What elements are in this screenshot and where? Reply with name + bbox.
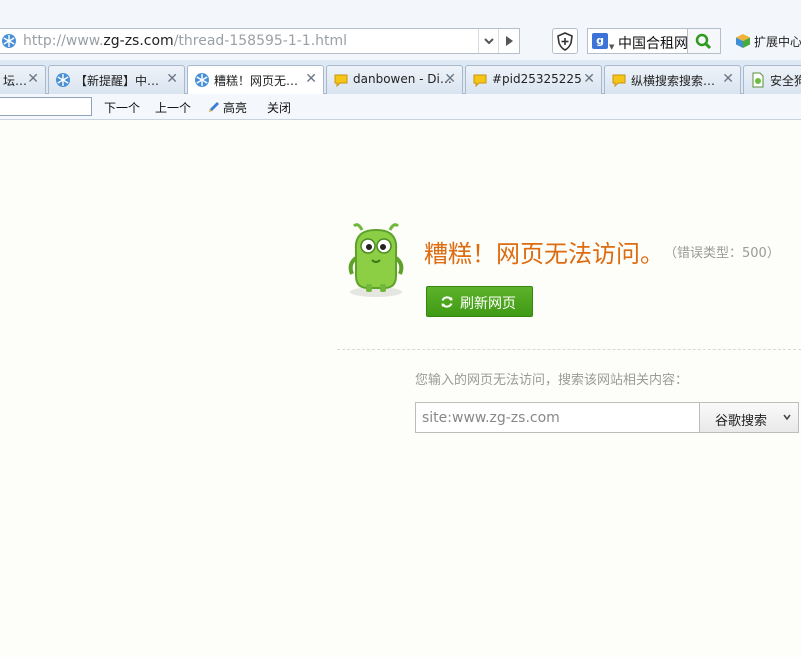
error-code: （错误类型：500） — [664, 246, 780, 261]
security-shield-button[interactable] — [552, 28, 578, 54]
google-search-button[interactable]: 谷歌搜索 — [699, 402, 799, 433]
extension-center-button[interactable]: 扩展中心 — [735, 33, 801, 50]
tab-2-active[interactable]: 糟糕！网页无… ✕ — [187, 65, 324, 95]
close-icon[interactable]: ✕ — [444, 71, 456, 87]
snowflake-icon — [195, 73, 209, 87]
tab-5[interactable]: 纵横搜索搜索… ✕ — [604, 65, 741, 94]
search-hint-text: 您输入的网页无法访问，搜索该网站相关内容： — [415, 373, 689, 388]
refresh-icon — [441, 296, 453, 308]
close-icon[interactable]: ✕ — [583, 71, 595, 87]
cube-icon — [736, 34, 750, 48]
play-arrow-icon — [506, 36, 513, 46]
tab-label: #pid25325225 — [492, 72, 582, 86]
google-search-label: 谷歌搜索 — [715, 414, 768, 429]
snowflake-icon — [56, 73, 70, 87]
refresh-page-button[interactable]: 刷新网页 — [426, 286, 533, 317]
navigation-toolbar: http://www.zg-zs.com/thread-158595-1-1.h… — [0, 0, 801, 60]
tab-3[interactable]: danbowen - Di… ✕ — [326, 65, 463, 94]
address-history-dropdown[interactable] — [478, 29, 499, 53]
close-find-bar-button[interactable]: 关闭 — [267, 99, 291, 116]
highlighter-pen-icon — [209, 102, 219, 112]
engine-dropdown-caret-icon[interactable]: ▼ — [609, 43, 614, 51]
speech-bubble-icon — [612, 74, 626, 88]
magnifier-icon — [695, 33, 712, 50]
section-divider — [337, 349, 801, 350]
highlight-label: 高亮 — [223, 101, 248, 115]
tab-label: 安全狗 — [770, 74, 801, 88]
speech-bubble-icon — [334, 74, 348, 88]
go-button[interactable] — [498, 29, 519, 53]
search-input[interactable]: 中国合租网 — [618, 33, 688, 53]
tab-label: 糟糕！网页无… — [214, 74, 299, 88]
chevron-down-icon — [484, 38, 494, 45]
tab-4[interactable]: #pid25325225 ✕ — [465, 65, 602, 94]
find-bar: 下一个 上一个 高亮 关闭 — [0, 94, 801, 120]
shield-plus-icon — [557, 32, 573, 51]
tab-strip: 坛… ✕ 【新提醒】中… ✕ 糟糕！网页无… ✕ danbowen - Di… … — [0, 60, 801, 95]
google-g-icon[interactable]: g — [592, 33, 608, 49]
close-icon[interactable]: ✕ — [166, 71, 178, 87]
close-icon[interactable]: ✕ — [305, 71, 317, 87]
close-icon[interactable]: ✕ — [722, 71, 734, 87]
snowflake-icon — [2, 34, 16, 48]
url-text[interactable]: http://www.zg-zs.com/thread-158595-1-1.h… — [23, 33, 347, 49]
tab-label: 纵横搜索搜索… — [631, 74, 716, 88]
error-title: 糟糕！网页无法访问。 — [424, 240, 664, 268]
find-previous-button[interactable]: 上一个 — [155, 99, 191, 116]
address-bar[interactable]: http://www.zg-zs.com/thread-158595-1-1.h… — [0, 28, 520, 54]
tab-6[interactable]: 安全狗 — [743, 65, 801, 94]
page-icon — [752, 72, 764, 88]
speech-bubble-icon — [473, 74, 487, 88]
extension-center-label: 扩展中心 — [754, 35, 801, 49]
site-search-input[interactable] — [415, 402, 700, 433]
search-button[interactable] — [687, 29, 720, 53]
find-next-button[interactable]: 下一个 — [104, 99, 140, 116]
tab-1[interactable]: 【新提醒】中… ✕ — [48, 65, 185, 94]
refresh-label: 刷新网页 — [460, 296, 516, 312]
tab-label: 坛… — [3, 74, 28, 88]
tab-label: danbowen - Di… — [353, 72, 452, 86]
search-box[interactable]: g ▼ 中国合租网 — [587, 28, 721, 54]
close-icon[interactable]: ✕ — [27, 71, 39, 87]
chevron-down-icon[interactable] — [782, 412, 792, 422]
highlight-button[interactable]: 高亮 — [207, 99, 247, 116]
green-monster-mascot-icon — [348, 223, 404, 297]
tab-label: 【新提醒】中… — [75, 74, 160, 88]
tab-0[interactable]: 坛… ✕ — [0, 65, 46, 94]
find-input[interactable] — [0, 97, 92, 116]
